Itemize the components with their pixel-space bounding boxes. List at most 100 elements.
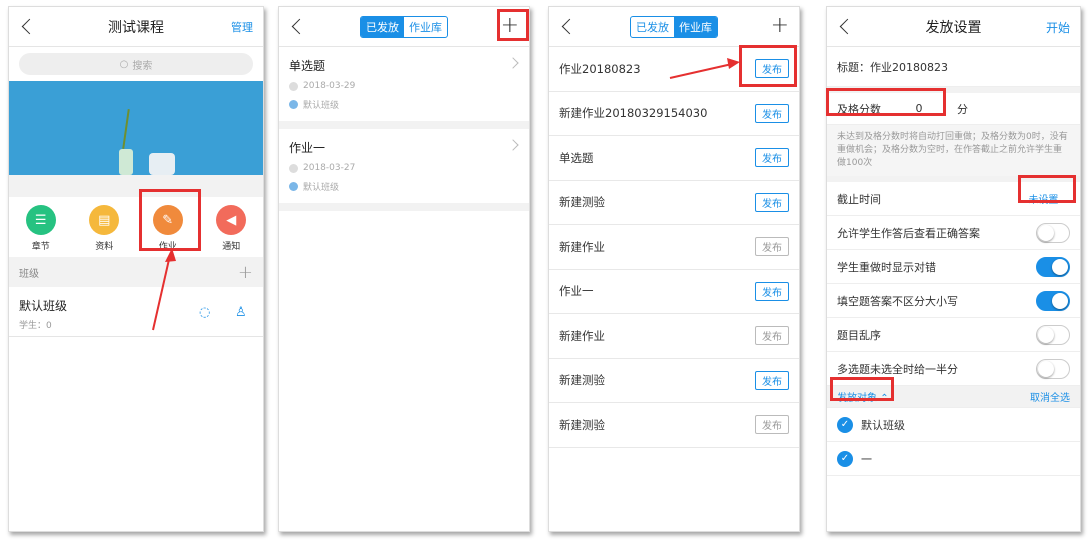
chapter-button[interactable]: ☰ 章节 xyxy=(25,205,56,257)
materials-button[interactable]: ▤ 资料 xyxy=(89,205,120,257)
item-title: 新建测验 xyxy=(559,417,605,432)
back-icon[interactable] xyxy=(19,17,39,37)
publish-button[interactable]: 发布 xyxy=(755,370,789,390)
plant-stem-image xyxy=(122,109,130,149)
highlight-target xyxy=(830,377,894,401)
homework-list: 作业20180823 发布 新建作业20180329154030 发布 单选题 发布 新建测… xyxy=(549,47,799,448)
chat-icon[interactable]: ◌ xyxy=(199,305,210,320)
page-title: 发放设置 xyxy=(925,19,982,36)
target-item[interactable]: ✓ 一 xyxy=(827,442,1080,476)
item-date-row: 2018-03-29 xyxy=(289,81,519,91)
deselect-all-button[interactable]: 取消全选 xyxy=(1030,389,1070,404)
item-title: 作业一 xyxy=(289,141,326,155)
list-item[interactable]: 新建测验 发布 xyxy=(549,359,799,403)
toggle-label: 多选题未选全时给一半分 xyxy=(837,362,958,376)
publish-button[interactable]: 发布 xyxy=(755,281,789,301)
back-icon[interactable] xyxy=(559,17,579,37)
publish-settings-screen: 发放设置 开始 标题：作业20180823 及格分数 0 分 未达到及格分数时将… xyxy=(826,6,1081,532)
nav-bar: 已发放 作业库 + xyxy=(279,7,529,47)
add-class-icon[interactable]: + xyxy=(238,262,253,283)
toggle-switch[interactable] xyxy=(1036,324,1070,345)
publish-button[interactable]: 发布 xyxy=(755,237,789,257)
publish-button[interactable]: 发布 xyxy=(755,103,789,123)
search-placeholder: 搜索 xyxy=(132,60,153,72)
highlight-add xyxy=(497,9,529,41)
list-item[interactable]: 新建作业20180329154030 发布 xyxy=(549,92,799,136)
materials-label: 资料 xyxy=(95,242,114,252)
publish-button[interactable]: 发布 xyxy=(755,326,789,346)
tab-switch: 已发放 作业库 xyxy=(630,15,718,38)
toggle-label: 学生重做时显示对错 xyxy=(837,260,936,274)
class-row[interactable]: 默认班级 学生：0 ◌ ♙ xyxy=(9,287,263,337)
list-item[interactable]: 作业一 发布 xyxy=(549,270,799,314)
toggle-switch[interactable] xyxy=(1036,256,1070,277)
toggle-switch[interactable] xyxy=(1036,290,1070,311)
class-icon xyxy=(289,100,298,109)
pass-hint: 未达到及格分数时将自动打回重做；及格分数为0时，没有重做机会；及格分数为空时，在… xyxy=(827,125,1080,176)
toggle-row: 学生重做时显示对错 xyxy=(827,250,1080,284)
tab-library[interactable]: 作业库 xyxy=(404,17,447,37)
class-icon xyxy=(289,182,298,191)
search-icon: ○ xyxy=(119,58,129,70)
list-item[interactable]: 新建测验 发布 xyxy=(549,181,799,225)
nav-bar: 测试课程 管理 xyxy=(9,7,263,47)
check-icon: ✓ xyxy=(837,416,853,433)
item-title: 单选题 xyxy=(289,59,326,73)
tab-library[interactable]: 作业库 xyxy=(674,16,717,37)
list-icon: ☰ xyxy=(25,205,56,235)
toggle-row: 允许学生作答后查看正确答案 xyxy=(827,216,1080,250)
tab-published[interactable]: 已发放 xyxy=(361,16,404,37)
target-name: 一 xyxy=(861,452,872,466)
add-icon[interactable]: + xyxy=(771,13,789,38)
item-title: 新建作业 xyxy=(559,328,605,343)
notice-button[interactable]: ◀ 通知 xyxy=(216,205,247,257)
toggle-list: 允许学生作答后查看正确答案 学生重做时显示对错填空题答案不区分大小写 题目乱序多选题… xyxy=(827,216,1080,386)
toggle-label: 允许学生作答后查看正确答案 xyxy=(837,226,980,240)
item-title: 新建测验 xyxy=(559,373,605,388)
list-item[interactable]: 新建作业 发布 xyxy=(549,314,799,359)
list-item[interactable]: 新建测验 发布 xyxy=(549,403,799,448)
highlight-pass-score xyxy=(826,88,946,116)
deadline-label: 截止时间 xyxy=(837,192,881,206)
list-item[interactable]: 新建作业 发布 xyxy=(549,225,799,270)
manage-button[interactable]: 管理 xyxy=(231,19,253,35)
back-icon[interactable] xyxy=(289,17,309,37)
title-field[interactable]: 标题：作业20180823 xyxy=(827,47,1080,87)
section-label: 班级 xyxy=(19,268,39,280)
vase-image xyxy=(119,149,133,175)
item-title: 新建测验 xyxy=(559,195,605,210)
publish-button[interactable]: 发布 xyxy=(755,192,789,212)
course-banner xyxy=(9,81,263,197)
class-students: 学生：0 xyxy=(19,321,52,331)
target-item[interactable]: ✓ 默认班级 xyxy=(827,408,1080,442)
search-input[interactable]: ○ 搜索 xyxy=(19,53,253,75)
publish-button[interactable]: 发布 xyxy=(755,148,789,168)
item-class: 默认班级 xyxy=(303,101,340,111)
chapter-label: 章节 xyxy=(31,242,50,252)
back-icon[interactable] xyxy=(837,17,857,37)
toggle-switch[interactable] xyxy=(1036,222,1070,243)
highlight-deadline xyxy=(1018,175,1076,203)
members-icon[interactable]: ♙ xyxy=(235,305,247,320)
item-title: 新建作业 xyxy=(559,239,605,254)
toggle-label: 填空题答案不区分大小写 xyxy=(837,294,958,308)
published-screen: 已发放 作业库 + 单选题 2018-03-29 默认班级 作业一 2018-0… xyxy=(278,6,530,532)
item-class: 默认班级 xyxy=(303,183,340,193)
tab-published[interactable]: 已发放 xyxy=(631,17,674,37)
title-value: 标题：作业20180823 xyxy=(837,60,948,74)
list-item[interactable]: 单选题 发布 xyxy=(549,136,799,181)
target-name: 默认班级 xyxy=(861,418,905,432)
item-class-row: 默认班级 xyxy=(289,180,519,193)
start-button[interactable]: 开始 xyxy=(1046,19,1070,36)
course-screen: 测试课程 管理 ○ 搜索 ☰ 章节 ▤ 资料 ✎ 作业 ◀ 通知 班级 + 默认… xyxy=(8,6,264,532)
list-item[interactable]: 单选题 2018-03-29 默认班级 xyxy=(279,47,529,129)
item-date: 2018-03-27 xyxy=(303,163,356,173)
class-name: 默认班级 xyxy=(19,299,68,313)
publish-button[interactable]: 发布 xyxy=(755,415,789,435)
feature-icons: ☰ 章节 ▤ 资料 ✎ 作业 ◀ 通知 xyxy=(9,197,263,257)
toggle-label: 题目乱序 xyxy=(837,328,881,342)
toggle-switch[interactable] xyxy=(1036,358,1070,379)
page-title: 测试课程 xyxy=(108,19,164,36)
check-icon: ✓ xyxy=(837,450,853,467)
list-item[interactable]: 作业一 2018-03-27 默认班级 xyxy=(279,129,529,211)
